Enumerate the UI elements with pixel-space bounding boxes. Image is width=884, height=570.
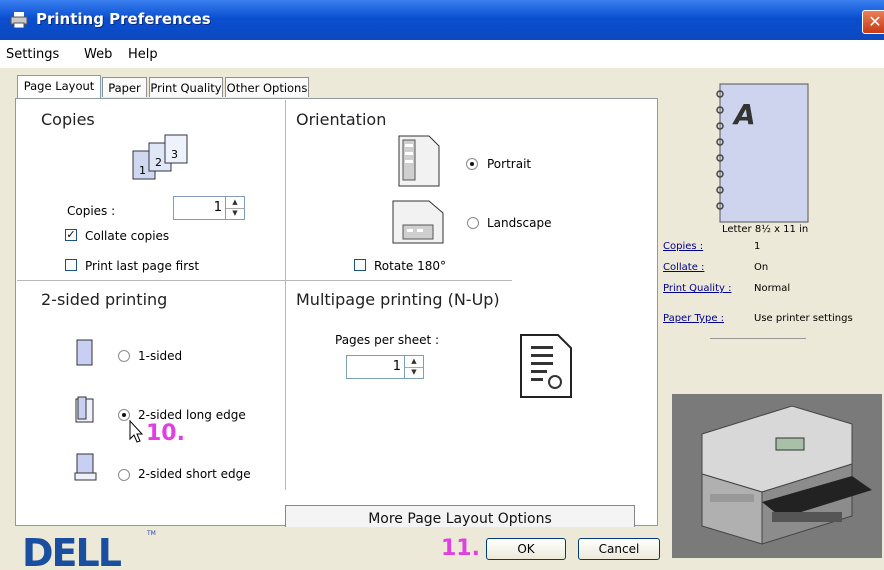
summary-quality-value: Normal: [754, 283, 791, 294]
spin-down-icon[interactable]: ▼: [226, 208, 244, 219]
collate-checkbox[interactable]: ✓: [65, 229, 77, 241]
copies-heading: Copies: [41, 110, 95, 129]
tab-print-quality[interactable]: Print Quality: [149, 77, 223, 97]
long-edge-icon: [75, 396, 94, 423]
svg-text:1: 1: [139, 164, 146, 177]
summary-paper-type-link[interactable]: Paper Type :: [663, 313, 724, 324]
title-bar: Printing Preferences ✕: [0, 0, 884, 40]
summary-collate-link[interactable]: Collate :: [663, 262, 704, 273]
pages-per-sheet-value: 1: [392, 359, 401, 374]
landscape-radio[interactable]: [467, 217, 479, 229]
step-11-annotation: 11.: [441, 536, 480, 561]
close-button[interactable]: ✕: [862, 10, 884, 34]
cancel-button[interactable]: Cancel: [578, 538, 660, 560]
summary-paper-type-value: Use printer settings: [754, 313, 853, 324]
portrait-icon: [398, 135, 440, 187]
window-title: Printing Preferences: [36, 10, 211, 28]
nup-page-icon: [520, 334, 572, 398]
long-edge-label: 2-sided long edge: [138, 408, 246, 422]
printer-illustration-icon: [672, 394, 882, 558]
close-icon: ✕: [868, 12, 882, 31]
copies-stepper[interactable]: 1 ▲ ▼: [173, 196, 245, 220]
dell-logo: DELL: [22, 531, 124, 570]
one-sided-icon: [76, 339, 93, 366]
svg-text:DELL: DELL: [22, 531, 122, 570]
paper-size-label: Letter 8½ x 11 in: [722, 224, 809, 235]
divider-horizontal: [17, 280, 512, 281]
short-edge-radio[interactable]: [118, 469, 130, 481]
landscape-label: Landscape: [487, 216, 552, 230]
summary-divider: [710, 338, 806, 339]
more-page-layout-options-button[interactable]: More Page Layout Options: [285, 505, 635, 527]
rotate-180-label: Rotate 180°: [374, 259, 447, 273]
page-layout-panel: [15, 98, 658, 526]
print-last-first-checkbox[interactable]: [65, 259, 77, 271]
copies-label: Copies :: [67, 204, 116, 218]
divider-vertical: [285, 100, 286, 490]
svg-text:2: 2: [155, 156, 162, 169]
menu-web[interactable]: Web: [84, 47, 112, 62]
ok-button[interactable]: OK: [486, 538, 566, 560]
pages-per-sheet-label: Pages per sheet :: [335, 333, 440, 347]
preview-letter: A: [732, 98, 756, 131]
pages-per-sheet-stepper[interactable]: 1 ▲ ▼: [346, 355, 424, 379]
spin-down-icon[interactable]: ▼: [405, 367, 423, 378]
summary-copies-value: 1: [754, 241, 761, 252]
tab-other-options[interactable]: Other Options: [225, 77, 309, 97]
printer-image: [672, 394, 882, 558]
step-10-annotation: 10.: [146, 421, 185, 446]
summary-copies-link[interactable]: Copies :: [663, 241, 703, 252]
orientation-heading: Orientation: [296, 110, 387, 129]
summary-quality-link[interactable]: Print Quality :: [663, 283, 731, 294]
tab-paper[interactable]: Paper: [102, 77, 147, 97]
printer-icon: [10, 12, 28, 28]
summary-collate-value: On: [754, 262, 769, 273]
page-preview-icon: A: [716, 83, 809, 223]
one-sided-label: 1-sided: [138, 349, 183, 363]
copies-value: 1: [213, 200, 222, 215]
two-sided-heading: 2-sided printing: [41, 290, 168, 309]
nup-heading: Multipage printing (N-Up): [296, 290, 500, 309]
one-sided-radio[interactable]: [118, 350, 130, 362]
portrait-radio[interactable]: [466, 158, 478, 170]
svg-text:3: 3: [171, 148, 178, 161]
rotate-180-checkbox[interactable]: [354, 259, 366, 271]
print-last-first-label: Print last page first: [85, 259, 200, 273]
copies-icon: 1 2 3: [132, 134, 188, 180]
dell-trademark: TM: [147, 530, 156, 537]
mouse-cursor-icon: [129, 420, 144, 443]
short-edge-icon: [74, 453, 97, 481]
landscape-icon: [392, 200, 444, 244]
menu-help[interactable]: Help: [128, 47, 158, 62]
short-edge-label: 2-sided short edge: [138, 467, 251, 481]
menu-settings[interactable]: Settings: [6, 47, 59, 62]
collate-label: Collate copies: [85, 229, 170, 243]
tab-page-layout[interactable]: Page Layout: [17, 75, 101, 98]
portrait-label: Portrait: [487, 157, 532, 171]
